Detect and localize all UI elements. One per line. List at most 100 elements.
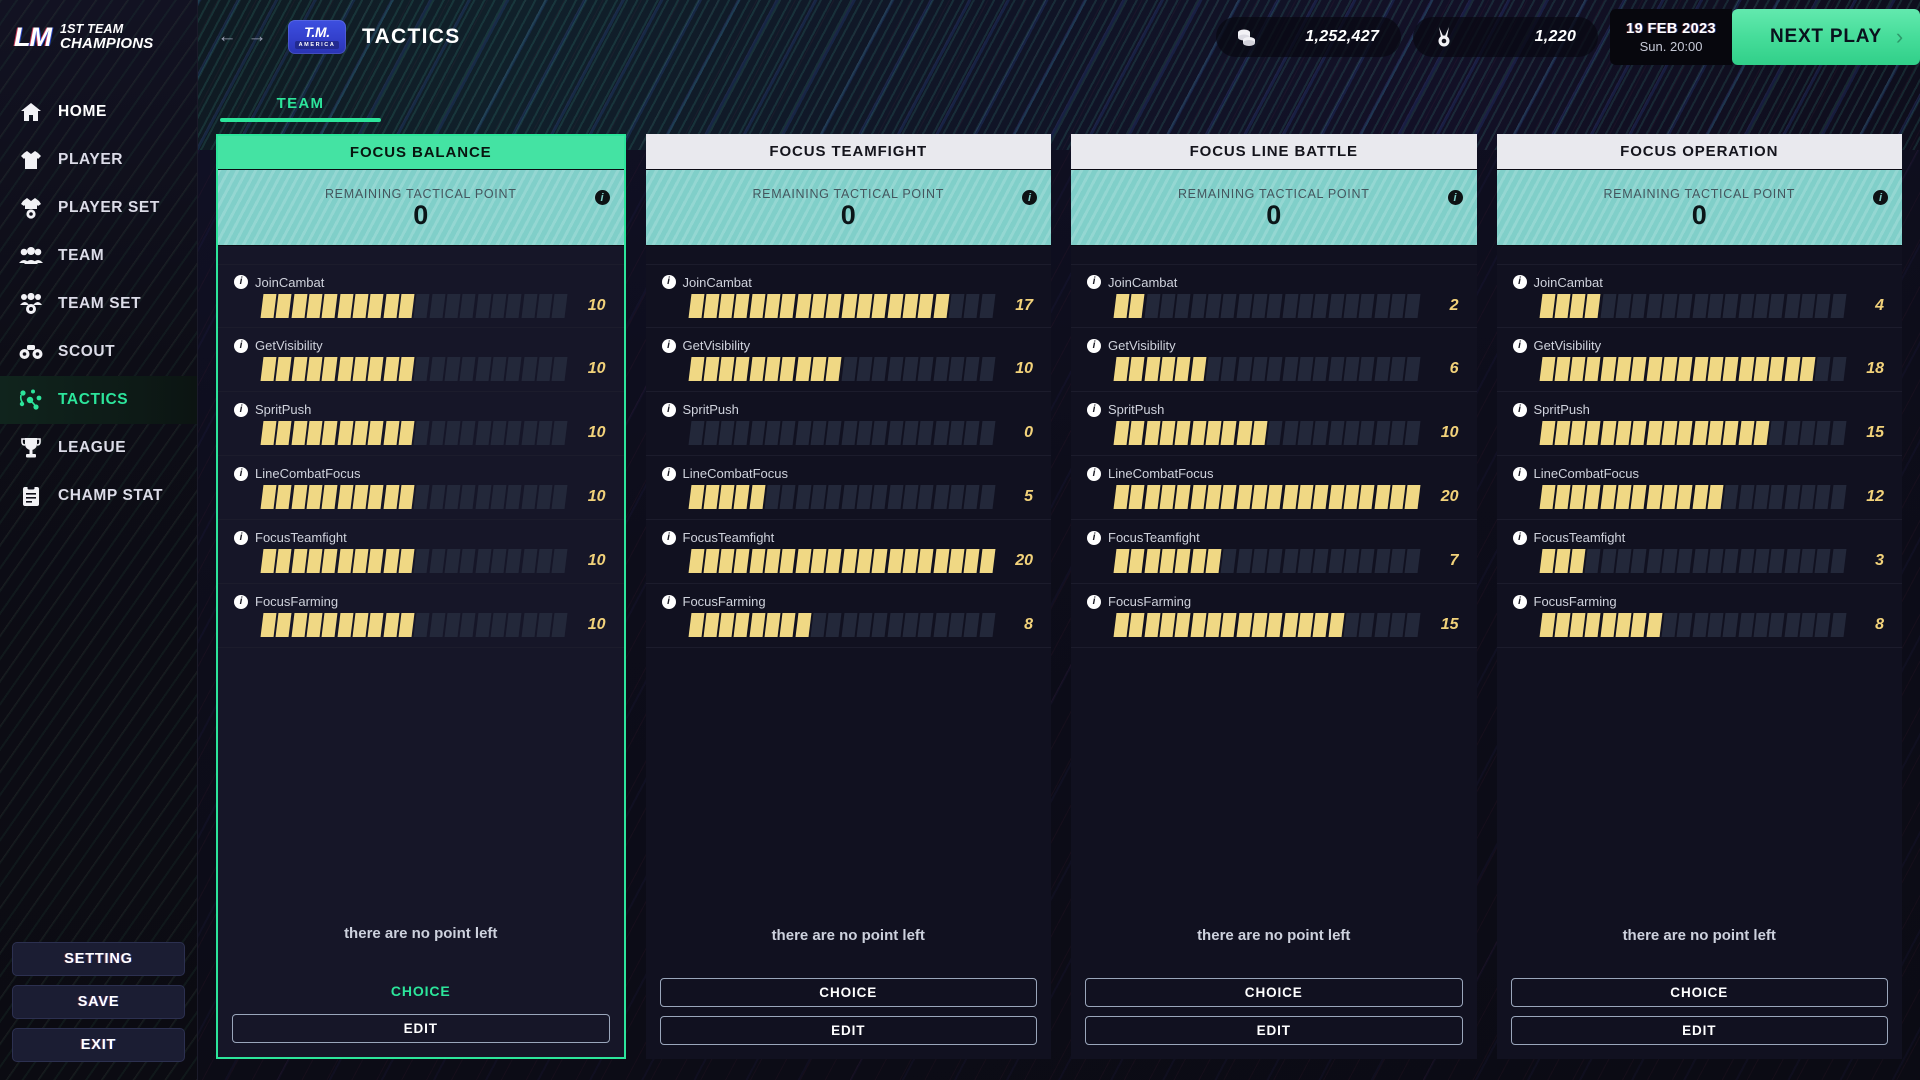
bar-segment (1220, 613, 1238, 637)
edit-button[interactable]: EDIT (232, 1014, 610, 1043)
sidebar-item-tactics[interactable]: TACTICS (0, 376, 197, 424)
bar-segment (337, 293, 354, 318)
info-icon[interactable]: i (234, 530, 248, 545)
info-icon[interactable]: i (661, 402, 676, 417)
tactics-card[interactable]: FOCUS BALANCE REMAINING TACTICAL POINT 0… (216, 134, 626, 1059)
info-icon[interactable]: i (1087, 275, 1101, 289)
info-icon[interactable]: i (1087, 466, 1101, 481)
tactic-stat-bar[interactable] (1539, 357, 1847, 381)
choice-button-label: CHOICE (819, 985, 878, 1000)
info-icon[interactable]: i (661, 530, 676, 545)
sidebar-item-team[interactable]: TEAM (0, 232, 197, 280)
setting-button[interactable]: SETTING (12, 942, 185, 976)
tactic-stat-bar[interactable] (260, 357, 569, 381)
info-icon[interactable]: i (1512, 275, 1527, 289)
info-icon[interactable]: i (234, 402, 248, 417)
info-icon[interactable]: i (1022, 190, 1037, 205)
tactic-stat-bar[interactable] (260, 613, 569, 637)
info-icon[interactable]: i (1087, 594, 1101, 609)
info-icon[interactable]: i (661, 275, 676, 289)
info-icon[interactable]: i (234, 466, 248, 481)
info-icon[interactable]: i (1087, 530, 1101, 545)
tactic-stat-value: 2 (1449, 296, 1459, 314)
sidebar-item-scout[interactable]: SCOUT (0, 328, 197, 376)
bar-segment (1676, 357, 1694, 381)
bar-segment (1297, 549, 1314, 573)
sidebar-item-player-set[interactable]: PLAYER SET (0, 184, 197, 232)
bar-segment (1282, 485, 1299, 509)
choice-button[interactable]: CHOICE (659, 978, 1037, 1007)
tactic-stat-bar[interactable] (1539, 293, 1847, 318)
info-icon[interactable]: i (1447, 190, 1463, 205)
sidebar-item-team-set[interactable]: TEAM SET (0, 280, 197, 328)
tactic-stat-bar[interactable] (1113, 421, 1422, 445)
bar-segment (551, 293, 569, 318)
info-icon[interactable]: i (1512, 594, 1527, 609)
info-icon[interactable]: i (661, 466, 676, 481)
tactic-stat-bar[interactable] (688, 357, 996, 381)
sidebar-item-home[interactable]: HOME (0, 88, 197, 136)
tactics-card[interactable]: FOCUS TEAMFIGHT REMAINING TACTICAL POINT… (645, 134, 1051, 1059)
bar-segment (1600, 549, 1617, 573)
tactics-card-title-label: FOCUS OPERATION (1620, 143, 1779, 160)
bar-segment (917, 549, 935, 573)
tactic-stat-bar[interactable] (688, 549, 996, 573)
info-icon[interactable]: i (1512, 402, 1527, 417)
info-icon[interactable]: i (1087, 338, 1101, 353)
save-button[interactable]: SAVE (12, 985, 185, 1019)
tactic-stat-row: i FocusTeamfight 20 (645, 520, 1051, 584)
tactic-stat-bar[interactable] (1113, 485, 1422, 509)
tactic-stat-bar[interactable] (1113, 293, 1422, 318)
tactic-stat-bar[interactable] (260, 421, 569, 445)
choice-button[interactable]: CHOICE (1510, 978, 1888, 1007)
tactic-stat-bar[interactable] (1539, 485, 1847, 509)
next-play-button[interactable]: NEXT PLAY › (1732, 9, 1920, 65)
bar-segment (1159, 549, 1176, 573)
tactics-card[interactable]: FOCUS OPERATION REMAINING TACTICAL POINT… (1496, 134, 1902, 1059)
info-icon[interactable]: i (594, 190, 610, 205)
tactic-stat-bar[interactable] (688, 485, 996, 509)
info-icon[interactable]: i (1512, 466, 1527, 481)
sidebar-item-league[interactable]: LEAGUE (0, 424, 197, 472)
info-icon[interactable]: i (661, 338, 676, 353)
arrow-left-icon[interactable]: ← (212, 22, 242, 52)
bar-segment (933, 421, 950, 445)
bar-segment (841, 357, 858, 381)
exit-button[interactable]: EXIT (12, 1028, 185, 1062)
tactic-stat-bar[interactable] (688, 613, 996, 637)
info-icon[interactable]: i (1512, 338, 1527, 353)
money-pill[interactable]: 1,252,427 (1216, 17, 1402, 57)
tactic-stat-bar[interactable] (1113, 357, 1422, 381)
tactic-stat-bar[interactable] (688, 293, 996, 318)
tab-team[interactable]: TEAM (208, 95, 393, 122)
bar-segment (1661, 549, 1678, 573)
tactic-stat-value: 7 (1449, 552, 1459, 569)
tactics-card[interactable]: FOCUS LINE BATTLE REMAINING TACTICAL POI… (1071, 134, 1477, 1059)
tactic-stat-bar[interactable] (1539, 613, 1847, 637)
info-icon[interactable]: i (234, 338, 248, 353)
sidebar-item-champ-stat[interactable]: CHAMP STAT (0, 472, 197, 520)
sidebar-item-player[interactable]: PLAYER (0, 136, 197, 184)
info-icon[interactable]: i (1873, 190, 1888, 205)
info-icon[interactable]: i (661, 594, 676, 609)
tactic-stat-bar[interactable] (1113, 549, 1422, 573)
arrow-right-icon[interactable]: → (242, 22, 272, 52)
tactic-stat-bar[interactable] (260, 485, 569, 509)
info-icon[interactable]: i (1087, 402, 1101, 417)
edit-button[interactable]: EDIT (1510, 1016, 1888, 1045)
choice-button[interactable]: CHOICE (1085, 978, 1463, 1007)
tactic-stat-bar[interactable] (1113, 613, 1422, 637)
tactic-stat-bar[interactable] (260, 293, 569, 318)
info-icon[interactable]: i (234, 275, 248, 289)
info-icon[interactable]: i (234, 594, 248, 609)
tactic-stat-bar[interactable] (260, 549, 569, 573)
tactic-stat-value: 10 (587, 488, 606, 505)
edit-button[interactable]: EDIT (1085, 1016, 1463, 1045)
tactic-stat-bar[interactable] (1539, 549, 1847, 573)
edit-button[interactable]: EDIT (659, 1016, 1037, 1045)
tactic-stat-bar[interactable] (1539, 421, 1847, 445)
tactic-stat-bar[interactable] (688, 421, 996, 445)
points-pill[interactable]: 1,220 (1413, 17, 1599, 57)
info-icon[interactable]: i (1512, 530, 1527, 545)
choice-button[interactable]: CHOICE (232, 976, 610, 1005)
